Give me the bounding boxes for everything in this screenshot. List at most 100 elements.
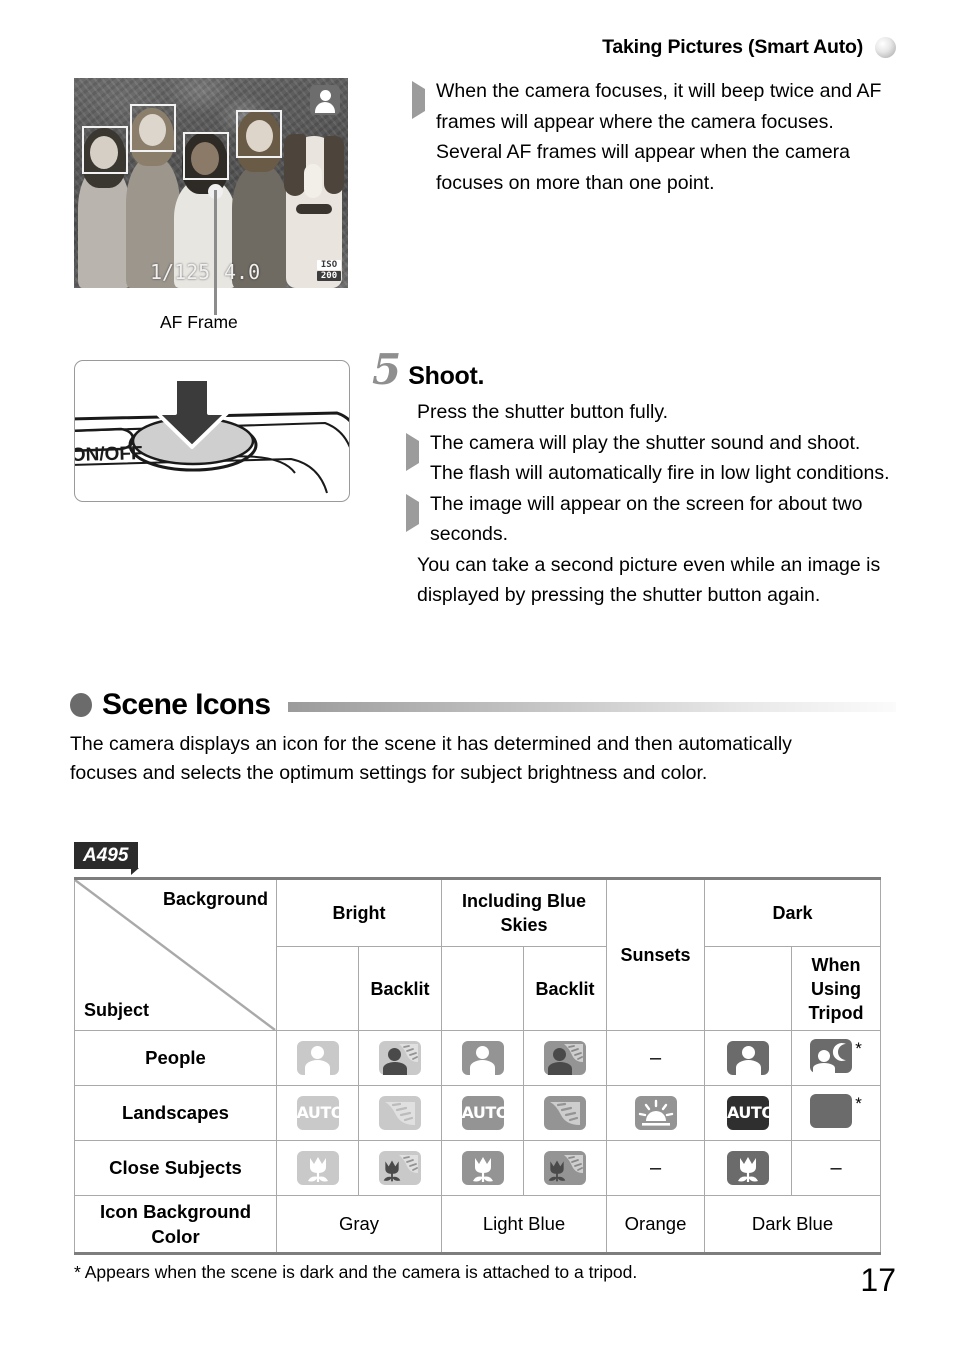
footnote-star: * bbox=[855, 1093, 862, 1113]
list-item: You can take a second picture even while… bbox=[406, 550, 892, 611]
macro-backlit-icon bbox=[544, 1151, 586, 1185]
page-header: Taking Pictures (Smart Auto) bbox=[602, 36, 896, 59]
af-frame-caption: AF Frame bbox=[160, 312, 238, 332]
table-row: People – * bbox=[74, 1030, 882, 1086]
portrait-head-shape bbox=[319, 90, 331, 101]
model-badge-label: A495 bbox=[74, 842, 139, 869]
person-icon bbox=[296, 1041, 339, 1075]
list-item: The camera will play the shutter sound a… bbox=[406, 428, 892, 489]
footnote-star: * bbox=[855, 1038, 862, 1058]
header-bright-backlit: Backlit bbox=[358, 946, 442, 1031]
cell-people-bluesky-backlit bbox=[522, 1030, 608, 1086]
list-item: The image will appear on the screen for … bbox=[406, 489, 892, 550]
header-dark: Dark bbox=[704, 877, 882, 947]
person-icon bbox=[727, 1041, 770, 1075]
subject-axis-label: Subject bbox=[84, 1000, 150, 1020]
table-row: Landscapes AUTO AUTO AUTO * bbox=[74, 1085, 882, 1141]
table-row: Close Subjects – – bbox=[74, 1140, 882, 1196]
header-dark-tripod: When Using Tripod bbox=[791, 946, 882, 1031]
table-header-row: Background Subject Bright Including Blue… bbox=[74, 877, 882, 1031]
portrait-scene-icon bbox=[310, 85, 340, 115]
color-orange: Orange bbox=[606, 1195, 706, 1255]
cell-close-dark-tripod: – bbox=[791, 1140, 882, 1196]
cell-people-dark-tripod: * bbox=[791, 1030, 882, 1086]
person-night-icon bbox=[810, 1038, 853, 1073]
cell-people-sunsets: – bbox=[606, 1030, 706, 1086]
macro-icon bbox=[296, 1151, 339, 1185]
cell-landscape-dark: AUTO bbox=[704, 1085, 793, 1141]
badge-fold-corner bbox=[131, 868, 140, 875]
auto-icon: AUTO bbox=[461, 1096, 509, 1130]
lcd-screen-figure: 1/125 4.0 ISO 200 bbox=[74, 78, 348, 288]
header-bright-normal bbox=[276, 946, 359, 1031]
list-item: Several AF frames will appear when the c… bbox=[412, 137, 894, 198]
aperture-value: 4.0 bbox=[224, 260, 261, 284]
iso-label: ISO bbox=[317, 260, 341, 270]
cell-landscape-dark-tripod: * bbox=[791, 1085, 882, 1141]
auto-icon: AUTO bbox=[727, 1096, 775, 1130]
step-item-text: The camera will play the shutter sound a… bbox=[430, 431, 890, 485]
cell-landscape-bright-backlit bbox=[358, 1085, 442, 1141]
iso-value: 200 bbox=[317, 271, 341, 281]
shutter-button-figure: ON/OFF bbox=[74, 360, 350, 502]
af-frame-active bbox=[183, 132, 229, 180]
af-frame bbox=[82, 126, 128, 174]
af-frame bbox=[236, 110, 282, 158]
list-item: When the camera focuses, it will beep tw… bbox=[412, 76, 894, 137]
page-number: 17 bbox=[860, 1262, 896, 1298]
iso-indicator: ISO 200 bbox=[317, 260, 341, 281]
dog-snout bbox=[304, 164, 322, 198]
header-sunsets: Sunsets bbox=[606, 877, 706, 1031]
person-icon bbox=[461, 1041, 504, 1075]
step-item-text: You can take a second picture even while… bbox=[417, 553, 881, 607]
af-callout-line bbox=[214, 190, 217, 315]
macro-icon bbox=[727, 1151, 770, 1185]
page-title: Taking Pictures (Smart Auto) bbox=[602, 36, 863, 58]
background-axis-label: Background bbox=[162, 889, 268, 909]
dog-ear bbox=[284, 134, 306, 196]
heading-gradient-bar bbox=[288, 702, 896, 712]
auto-icon: AUTO bbox=[296, 1096, 344, 1130]
macro-backlit-icon bbox=[379, 1151, 421, 1185]
shutter-speed-value: 1/125 bbox=[150, 260, 211, 284]
person-backlit-icon bbox=[544, 1041, 586, 1075]
footnote-text: * Appears when the scene is dark and the… bbox=[74, 1262, 638, 1282]
lcd-photo: 1/125 4.0 ISO 200 bbox=[74, 78, 348, 288]
header-including-blue-skies: Including Blue Skies bbox=[440, 877, 608, 947]
note-text: Several AF frames will appear when the c… bbox=[436, 141, 851, 194]
scene-icons-table: Background Subject Bright Including Blue… bbox=[74, 877, 882, 1255]
header-dark-normal bbox=[704, 946, 793, 1031]
scene-icons-body-text: The camera displays an icon for the scen… bbox=[70, 733, 792, 784]
table-row-background-color: Icon Background Color Gray Light Blue Or… bbox=[74, 1195, 882, 1255]
row-label-people: People bbox=[74, 1030, 277, 1086]
step-item-text: The image will appear on the screen for … bbox=[430, 492, 863, 546]
step-5-block: 5 Shoot. Press the shutter button fully.… bbox=[372, 345, 892, 611]
focus-notes-list: When the camera focuses, it will beep tw… bbox=[412, 76, 894, 198]
cell-close-bright-backlit bbox=[358, 1140, 442, 1196]
cell-landscape-sunsets bbox=[606, 1085, 706, 1141]
header-blue-backlit: Backlit bbox=[522, 946, 608, 1031]
backlit-icon bbox=[544, 1096, 586, 1130]
person-backlit-icon bbox=[379, 1041, 421, 1075]
cell-people-bluesky bbox=[441, 1030, 524, 1086]
cell-close-bluesky-backlit bbox=[522, 1140, 608, 1196]
model-badge: A495 bbox=[74, 842, 140, 875]
section-title: Scene Icons bbox=[102, 688, 271, 721]
step-items-list: Press the shutter button fully. The came… bbox=[372, 397, 892, 611]
on-off-label: ON/OFF bbox=[75, 443, 143, 466]
cell-landscape-bluesky: AUTO bbox=[441, 1085, 524, 1141]
triangle-marker-icon bbox=[406, 432, 419, 471]
row-label-icon-background-color: Icon Background Color bbox=[74, 1195, 277, 1255]
note-text: When the camera focuses, it will beep tw… bbox=[436, 80, 882, 133]
color-gray: Gray bbox=[276, 1195, 442, 1255]
cell-close-dark bbox=[704, 1140, 793, 1196]
step-item-text: Press the shutter button fully. bbox=[417, 401, 669, 423]
corner-header-cell: Background Subject bbox=[74, 877, 277, 1031]
section-bullet-icon bbox=[70, 693, 92, 717]
macro-icon bbox=[461, 1151, 504, 1185]
color-light-blue: Light Blue bbox=[440, 1195, 608, 1255]
step-number: 5 bbox=[372, 345, 402, 394]
triangle-marker-icon bbox=[412, 81, 425, 119]
night-icon bbox=[810, 1093, 853, 1128]
af-frame bbox=[130, 104, 176, 152]
